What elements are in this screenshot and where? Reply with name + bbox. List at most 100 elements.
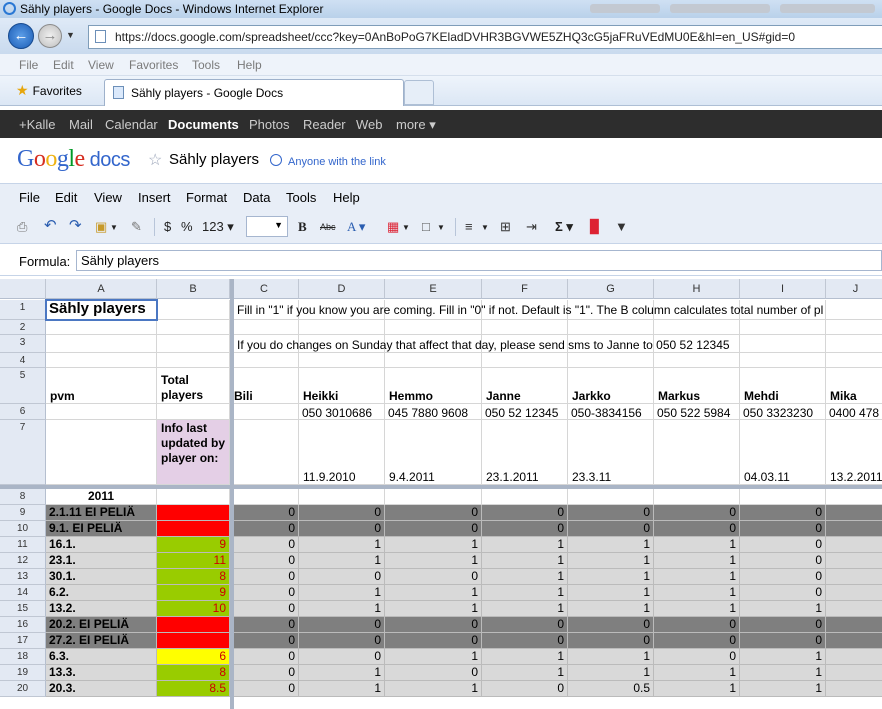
attendance-cell[interactable]: 1 [740, 681, 826, 697]
cell[interactable] [230, 420, 299, 485]
number-format-button[interactable]: 123 ▾ [202, 219, 234, 235]
total-players-cell[interactable]: 0 [157, 617, 230, 633]
browser-menu-help[interactable]: Help [237, 58, 262, 72]
attendance-cell[interactable]: 0 [740, 553, 826, 569]
attendance-cell[interactable]: 1 [568, 537, 654, 553]
total-players-cell[interactable]: 9 [157, 585, 230, 601]
percent-format-button[interactable]: % [181, 219, 193, 234]
date-cell[interactable]: 30.1. [46, 569, 157, 585]
sharing-status[interactable]: Anyone with the link [270, 154, 386, 168]
row-header-5[interactable]: 5 [0, 368, 46, 404]
menu-data[interactable]: Data [243, 190, 270, 205]
back-button[interactable]: ← [8, 23, 34, 49]
menu-edit[interactable]: Edit [55, 190, 77, 205]
attendance-cell[interactable]: 0 [385, 633, 482, 649]
cell[interactable] [230, 404, 299, 420]
attendance-cell[interactable]: 1 [740, 665, 826, 681]
cell[interactable] [157, 353, 230, 368]
cell[interactable] [654, 489, 740, 505]
browser-menu-file[interactable]: File [19, 58, 38, 72]
attendance-cell[interactable]: 0 [230, 601, 299, 617]
undo-icon[interactable]: ↶ [44, 216, 57, 234]
attendance-cell[interactable]: 1 [482, 553, 568, 569]
cell[interactable] [299, 353, 385, 368]
date-cell[interactable]: 16.1. [46, 537, 157, 553]
gbar-calendar[interactable]: Calendar [105, 117, 158, 132]
attendance-cell[interactable]: 1 [299, 537, 385, 553]
row-header-20[interactable]: 20 [0, 681, 46, 697]
text-color-button[interactable]: A ▾ [347, 219, 365, 235]
column-header-h[interactable]: H [654, 279, 740, 299]
attendance-cell[interactable] [826, 633, 882, 649]
attendance-cell[interactable] [826, 649, 882, 665]
frozen-column-divider[interactable] [230, 279, 234, 709]
attendance-cell[interactable]: 0 [299, 569, 385, 585]
menu-help[interactable]: Help [333, 190, 360, 205]
attendance-cell[interactable]: 1 [568, 569, 654, 585]
attendance-cell[interactable]: 0 [299, 633, 385, 649]
attendance-cell[interactable]: 0 [654, 505, 740, 521]
fill-color-dropdown-icon[interactable]: ▼ [402, 223, 410, 232]
cell[interactable] [385, 353, 482, 368]
url-input[interactable]: https://docs.google.com/spreadsheet/ccc?… [88, 25, 882, 49]
gbar-documents[interactable]: Documents [168, 117, 239, 132]
attendance-cell[interactable]: 0 [654, 649, 740, 665]
cell[interactable] [385, 320, 482, 335]
attendance-cell[interactable]: 0 [740, 617, 826, 633]
attendance-cell[interactable]: 1 [568, 601, 654, 617]
cell[interactable] [157, 489, 230, 505]
gbar-photos[interactable]: Photos [249, 117, 289, 132]
attendance-cell[interactable]: 1 [299, 601, 385, 617]
cell[interactable] [230, 353, 299, 368]
cell[interactable] [299, 320, 385, 335]
attendance-cell[interactable]: 0 [385, 569, 482, 585]
attendance-cell[interactable]: 0 [299, 505, 385, 521]
attendance-cell[interactable]: 0 [482, 681, 568, 697]
menu-view[interactable]: View [94, 190, 122, 205]
strikethrough-button[interactable]: Abc [320, 222, 336, 232]
attendance-cell[interactable]: 0 [230, 633, 299, 649]
attendance-cell[interactable]: 1 [299, 553, 385, 569]
column-header-f[interactable]: F [482, 279, 568, 299]
row-header-11[interactable]: 11 [0, 537, 46, 553]
fill-color-icon[interactable]: ▦ [387, 219, 399, 235]
column-header-i[interactable]: I [740, 279, 826, 299]
attendance-cell[interactable]: 0.5 [568, 681, 654, 697]
cell[interactable] [826, 320, 882, 335]
attendance-cell[interactable]: 0 [568, 633, 654, 649]
total-players-cell[interactable]: 8.5 [157, 681, 230, 697]
attendance-cell[interactable]: 1 [740, 649, 826, 665]
attendance-cell[interactable]: 0 [230, 617, 299, 633]
gbar-more[interactable]: more ▾ [396, 117, 436, 133]
attendance-cell[interactable]: 0 [568, 505, 654, 521]
chart-icon[interactable]: ▉ [590, 219, 600, 235]
cell[interactable] [157, 320, 230, 335]
total-players-cell[interactable]: 10 [157, 601, 230, 617]
attendance-cell[interactable]: 1 [654, 681, 740, 697]
attendance-cell[interactable]: 1 [654, 553, 740, 569]
cell[interactable] [385, 489, 482, 505]
redo-icon[interactable]: ↷ [69, 216, 82, 234]
borders-icon[interactable]: □ [422, 219, 430, 234]
attendance-cell[interactable]: 0 [385, 521, 482, 537]
attendance-cell[interactable]: 0 [385, 617, 482, 633]
spreadsheet-grid[interactable]: A B C D E F G H I J 1 2 3 4 5 6 7 8 9 10 11 12 13 14 15 16 17 18 19 2… [0, 279, 882, 709]
attendance-cell[interactable] [826, 521, 882, 537]
cell[interactable] [482, 320, 568, 335]
attendance-cell[interactable] [826, 681, 882, 697]
row-header-17[interactable]: 17 [0, 633, 46, 649]
total-players-cell[interactable]: 8 [157, 569, 230, 585]
attendance-cell[interactable]: 0 [740, 537, 826, 553]
attendance-cell[interactable]: 0 [230, 521, 299, 537]
attendance-cell[interactable]: 1 [299, 665, 385, 681]
attendance-cell[interactable]: 0 [299, 649, 385, 665]
attendance-cell[interactable]: 0 [230, 585, 299, 601]
year-cell[interactable]: 2011 [46, 489, 157, 505]
formula-input[interactable]: Sähly players [76, 250, 882, 271]
row-header-8[interactable]: 8 [0, 489, 46, 505]
date-cell[interactable]: 13.3. [46, 665, 157, 681]
attendance-cell[interactable]: 1 [654, 585, 740, 601]
menu-format[interactable]: Format [186, 190, 227, 205]
row-header-3[interactable]: 3 [0, 335, 46, 353]
total-players-cell[interactable]: 11 [157, 553, 230, 569]
